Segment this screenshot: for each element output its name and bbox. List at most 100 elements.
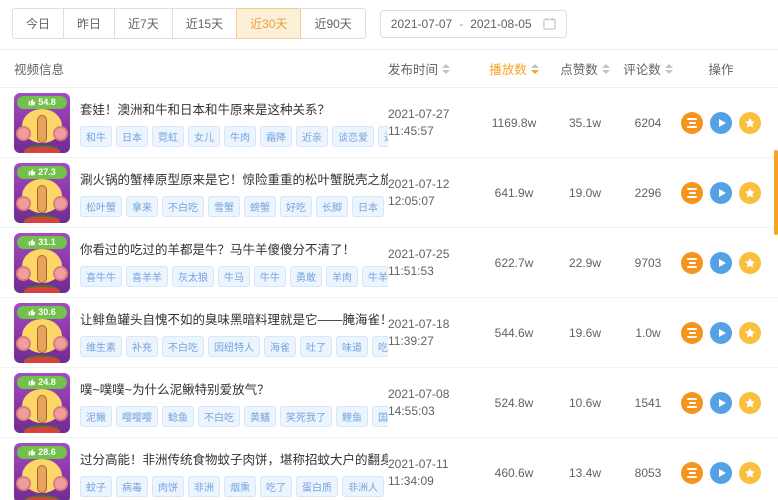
play-icon[interactable] — [710, 462, 732, 484]
tag-pill[interactable]: 鲶鱼 — [162, 406, 194, 427]
video-title[interactable]: 套娃！澳洲和牛和日本和牛原来是这种关系？ — [80, 99, 388, 118]
sort-icon-publish[interactable] — [442, 64, 450, 74]
tag-pill[interactable]: 羊肉 — [326, 266, 358, 287]
tag-pill[interactable]: 近亲 — [296, 126, 328, 147]
tag-pill[interactable]: 日本 — [116, 126, 148, 147]
video-title[interactable]: 过分高能！非洲传统食物蚊子肉饼，堪称招蚊大户的翻身菜！ — [80, 449, 388, 468]
tag-pill[interactable]: 肉饼 — [152, 476, 184, 497]
tag-pill[interactable]: 病毒 — [116, 476, 148, 497]
play-icon[interactable] — [710, 322, 732, 344]
tag-pill[interactable]: 灰太狼 — [172, 266, 214, 287]
favorite-star-icon[interactable] — [739, 182, 761, 204]
data-list-icon[interactable] — [681, 392, 703, 414]
header-plays[interactable]: 播放数 — [476, 59, 552, 78]
tag-pill[interactable]: 勇敢 — [290, 266, 322, 287]
filter-90days[interactable]: 近90天 — [300, 8, 365, 39]
tag-pill[interactable]: 维生素 — [80, 336, 122, 357]
tag-pill[interactable]: 霓虹 — [152, 126, 184, 147]
video-title[interactable]: 噗~噗噗~为什么泥鳅特别爱放气？ — [80, 379, 388, 398]
data-list-icon[interactable] — [681, 322, 703, 344]
tag-pill[interactable]: 味道 — [336, 336, 368, 357]
tag-pill[interactable]: 拿来 — [126, 196, 158, 217]
tag-pill[interactable]: 牛肉 — [224, 126, 256, 147]
video-thumbnail[interactable]: 30.6 — [14, 303, 70, 363]
data-list-icon[interactable] — [681, 462, 703, 484]
favorite-star-icon[interactable] — [739, 322, 761, 344]
tag-pill[interactable]: 海雀 — [264, 336, 296, 357]
cartoon-sausage — [37, 115, 47, 143]
tag-pill[interactable]: 非洲人 — [342, 476, 384, 497]
video-thumbnail[interactable]: 27.3 — [14, 163, 70, 223]
video-title[interactable]: 让鲱鱼罐头自愧不如的臭味黑暗料理就是它——腌海雀！ — [80, 309, 388, 328]
tag-pill[interactable]: 不白吃 — [198, 406, 240, 427]
tag-pill[interactable]: 和牛 — [80, 126, 112, 147]
tag-pill[interactable]: 牛牛 — [254, 266, 286, 287]
tag-pill[interactable]: 女儿 — [188, 126, 220, 147]
tag-pill[interactable]: 吐了 — [300, 336, 332, 357]
vertical-scrollbar-thumb[interactable] — [774, 150, 778, 235]
tag-pill[interactable]: 牛马 — [218, 266, 250, 287]
date-range-input[interactable]: 2021-07-07 - 2021-08-05 — [380, 10, 567, 38]
tag-pill[interactable]: 谈恋爱 — [332, 126, 374, 147]
tag-pill[interactable]: 蚊子 — [80, 476, 112, 497]
tag-pill[interactable]: 笑死我了 — [280, 406, 332, 427]
play-icon[interactable] — [710, 392, 732, 414]
favorite-star-icon[interactable] — [739, 392, 761, 414]
data-list-icon[interactable] — [681, 182, 703, 204]
tag-pill[interactable]: 吃了 — [260, 476, 292, 497]
play-icon[interactable] — [710, 182, 732, 204]
play-icon[interactable] — [710, 252, 732, 274]
tag-pill[interactable]: 牛羊 — [362, 266, 388, 287]
tag-pill[interactable]: 因纽特人 — [208, 336, 260, 357]
header-comments[interactable]: 评论数 — [618, 59, 678, 78]
video-thumbnail[interactable]: 54.8 — [14, 93, 70, 153]
tag-pill[interactable]: 好吃 — [280, 196, 312, 217]
cartoon-sausage — [37, 395, 47, 423]
header-likes[interactable]: 点赞数 — [552, 59, 618, 78]
favorite-star-icon[interactable] — [739, 112, 761, 134]
tag-pill[interactable]: 国宝 — [372, 406, 388, 427]
data-list-icon[interactable] — [681, 112, 703, 134]
tag-pill[interactable]: 长脚 — [316, 196, 348, 217]
tag-pill[interactable]: 吃饭 — [372, 336, 388, 357]
tag-pill[interactable]: 非洲 — [188, 476, 220, 497]
sort-icon-comments[interactable] — [665, 64, 673, 74]
tag-pill[interactable]: 烟熏 — [224, 476, 256, 497]
tag-pill[interactable]: 鲤鱼 — [336, 406, 368, 427]
tag-pill[interactable]: 喜羊羊 — [126, 266, 168, 287]
plays-value: 524.8w — [476, 396, 552, 410]
cartoon-sausage — [37, 465, 47, 493]
tag-pill[interactable]: 日本 — [352, 196, 384, 217]
sort-icon-plays[interactable] — [531, 64, 539, 74]
tag-pill[interactable]: 近亲结婚 — [378, 126, 388, 147]
filter-today[interactable]: 今日 — [12, 8, 64, 39]
tag-pill[interactable]: 泥鳅 — [80, 406, 112, 427]
video-title[interactable]: 你看过的吃过的羊都是牛？马牛羊傻傻分不清了！ — [80, 239, 388, 258]
tag-pill[interactable]: 补充 — [126, 336, 158, 357]
tag-pill[interactable]: 嘤嘤嘤 — [116, 406, 158, 427]
video-thumbnail[interactable]: 24.8 — [14, 373, 70, 433]
filter-15days[interactable]: 近15天 — [172, 8, 237, 39]
tag-list: 维生素补充不白吃因纽特人海雀吐了味道吃饭 — [80, 336, 388, 357]
play-icon[interactable] — [710, 112, 732, 134]
video-thumbnail[interactable]: 31.1 — [14, 233, 70, 293]
video-title[interactable]: 涮火锅的蟹棒原型原来是它！惊险重重的松叶蟹脱壳之旅~ — [80, 169, 388, 188]
filter-yesterday[interactable]: 昨日 — [63, 8, 115, 39]
header-publish-time[interactable]: 发布时间 — [388, 59, 476, 78]
favorite-star-icon[interactable] — [739, 462, 761, 484]
filter-7days[interactable]: 近7天 — [114, 8, 173, 39]
video-thumbnail[interactable]: 28.6 — [14, 443, 70, 500]
tag-pill[interactable]: 螃蟹 — [244, 196, 276, 217]
favorite-star-icon[interactable] — [739, 252, 761, 274]
tag-pill[interactable]: 松叶蟹 — [80, 196, 122, 217]
filter-30days[interactable]: 近30天 — [236, 8, 301, 39]
data-list-icon[interactable] — [681, 252, 703, 274]
sort-icon-likes[interactable] — [602, 64, 610, 74]
tag-pill[interactable]: 蛋白质 — [296, 476, 338, 497]
tag-pill[interactable]: 不白吃 — [162, 196, 204, 217]
tag-pill[interactable]: 喜牛牛 — [80, 266, 122, 287]
tag-pill[interactable]: 霜降 — [260, 126, 292, 147]
tag-pill[interactable]: 不白吃 — [162, 336, 204, 357]
tag-pill[interactable]: 雪蟹 — [208, 196, 240, 217]
tag-pill[interactable]: 黄鳝 — [244, 406, 276, 427]
